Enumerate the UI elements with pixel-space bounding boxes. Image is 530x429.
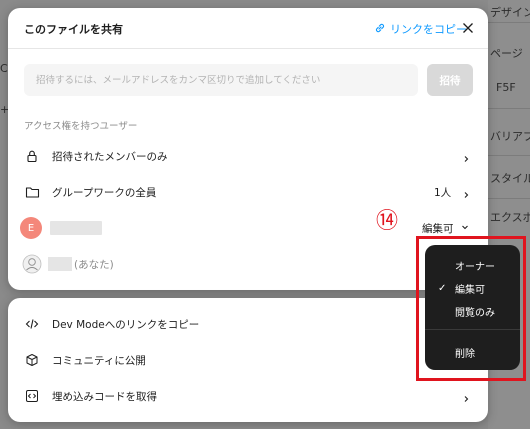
- close-button[interactable]: [460, 20, 476, 36]
- option-label: コミュニティに公開: [52, 354, 146, 367]
- invite-email-input[interactable]: [24, 64, 418, 96]
- user-avatar-icon: [22, 254, 42, 274]
- redacted-user-name: [48, 257, 72, 271]
- permission-select[interactable]: 編集可: [422, 221, 470, 236]
- lock-icon: [24, 148, 40, 164]
- link-icon: [374, 22, 386, 37]
- get-embed-code-row[interactable]: 埋め込みコードを取得: [8, 379, 488, 413]
- dialog-title: このファイルを共有: [24, 23, 123, 36]
- permission-value: 編集可: [422, 222, 454, 235]
- you-label: (あなた): [74, 258, 114, 271]
- avatar: E: [20, 217, 42, 239]
- bg-left-text: C: [0, 62, 8, 75]
- highlight-box: [416, 236, 526, 381]
- chevron-right-icon: [460, 150, 472, 162]
- bg-pages-label: ページ: [490, 47, 523, 60]
- code-icon: [24, 316, 40, 332]
- bg-divider: [488, 108, 530, 109]
- bg-divider: [488, 198, 530, 199]
- redacted-user-name: [50, 221, 102, 235]
- bg-divider: [488, 22, 530, 23]
- folder-icon: [24, 184, 40, 200]
- access-row-label: 招待されたメンバーのみ: [52, 150, 168, 163]
- member-count: 1人: [434, 186, 452, 199]
- bg-design-tab: デザイン: [490, 6, 530, 19]
- invite-button[interactable]: 招待: [427, 64, 473, 96]
- step-number-marker: ⑭: [375, 209, 398, 234]
- option-label: 埋め込みコードを取得: [52, 390, 157, 403]
- dialog-header: このファイルを共有 リンクをコピー: [8, 8, 488, 49]
- access-row-invited-only[interactable]: 招待されたメンバーのみ: [8, 139, 488, 173]
- access-section-label: アクセス権を持つユーザー: [24, 121, 138, 132]
- option-label: Dev Modeへのリンクをコピー: [52, 318, 200, 331]
- access-row-label: グループワークの全員: [52, 186, 157, 199]
- bg-export-label: エクスポ: [490, 211, 530, 224]
- bg-color-value: F5F: [496, 81, 516, 94]
- community-icon: [24, 352, 40, 368]
- close-icon: [463, 23, 473, 33]
- bg-styles-label: スタイル: [490, 172, 530, 185]
- embed-icon: [24, 388, 40, 404]
- copy-link-label: リンクをコピー: [390, 23, 467, 36]
- copy-link-button[interactable]: リンクをコピー: [374, 21, 467, 37]
- access-row-group[interactable]: グループワークの全員 1人: [8, 175, 488, 209]
- chevron-down-icon: [460, 222, 470, 235]
- bg-divider: [488, 155, 530, 156]
- bg-variables-label: バリアブ: [490, 130, 530, 143]
- chevron-right-icon: [460, 390, 472, 402]
- chevron-right-icon: [460, 186, 472, 198]
